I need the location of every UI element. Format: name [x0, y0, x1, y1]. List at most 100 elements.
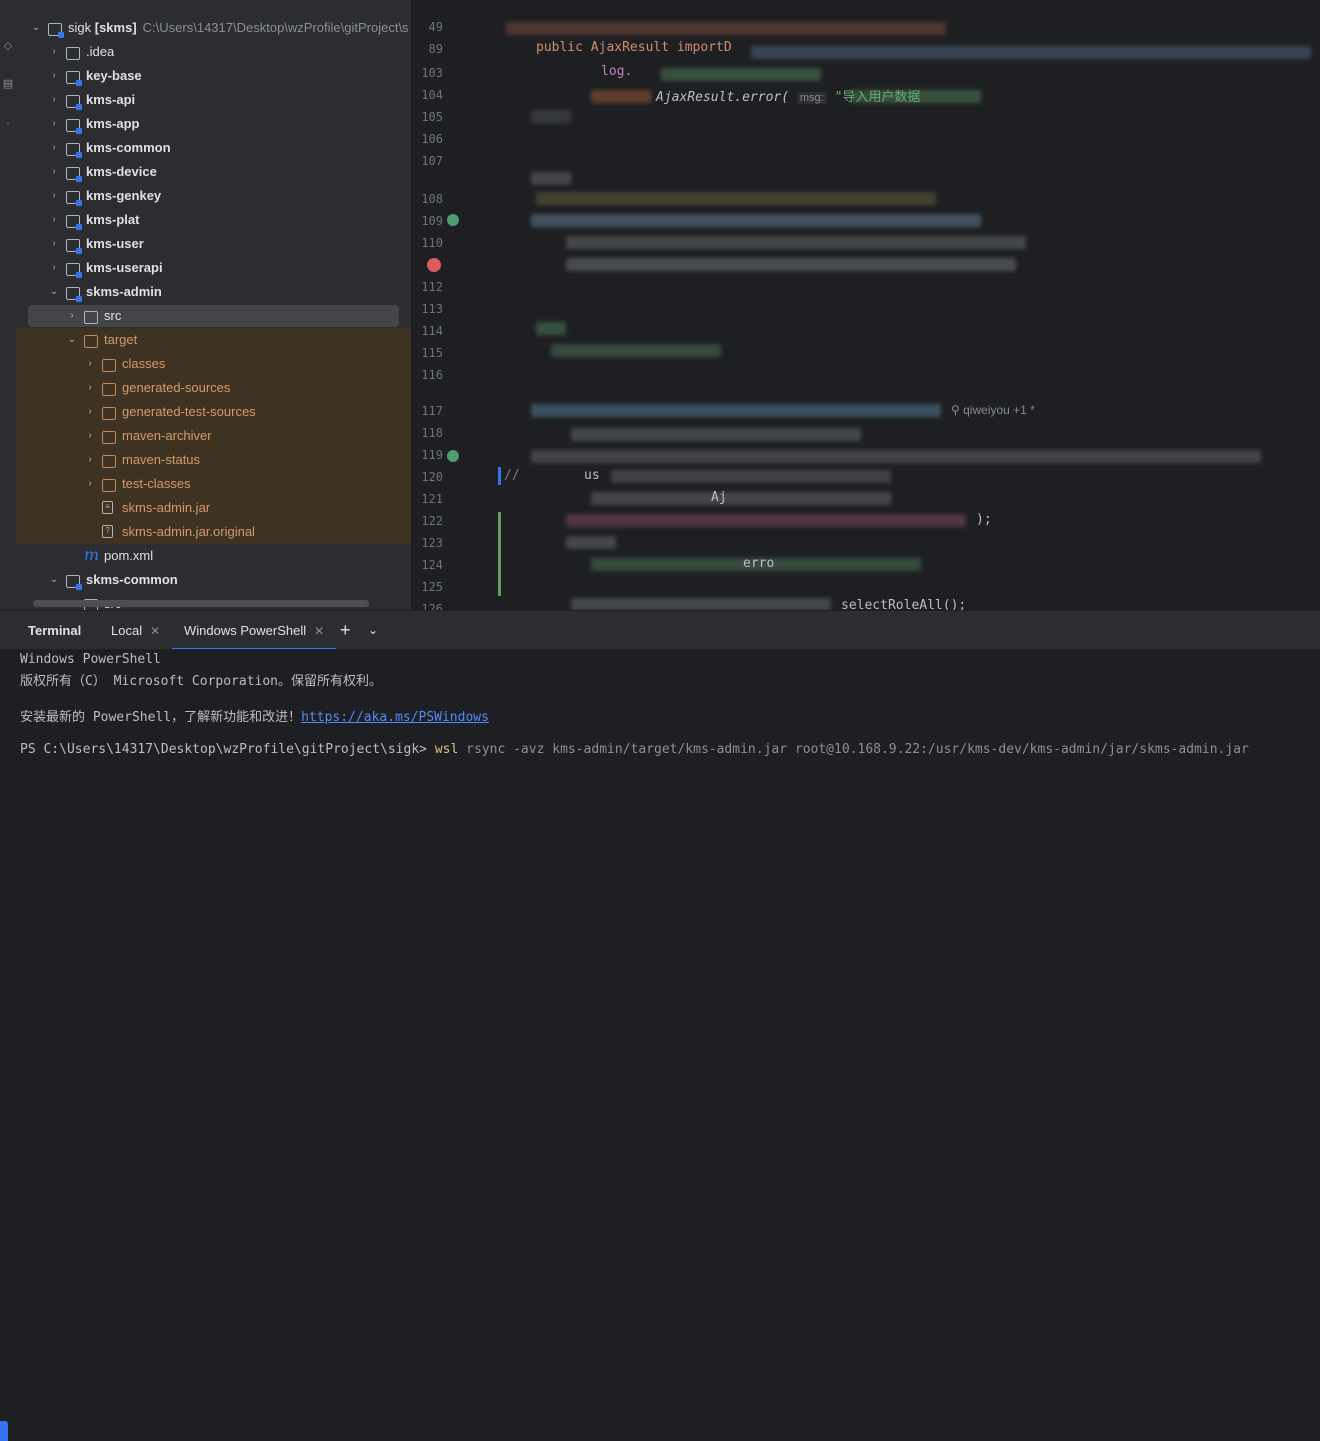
terminal-output[interactable]: Windows PowerShell 版权所有（C） Microsoft Cor…: [0, 649, 1320, 1441]
file-icon: ≡: [102, 501, 113, 514]
line-number: 121: [421, 492, 443, 506]
tree-item-skms-admin-jar-original[interactable]: ? skms-admin.jar.original: [16, 520, 411, 544]
tree-item-target[interactable]: ⌄ target: [16, 328, 411, 352]
tree-item-kms-userapi[interactable]: › kms-userapi: [16, 256, 411, 280]
close-icon[interactable]: ✕: [314, 624, 324, 638]
chevron-down-icon[interactable]: ⌄: [66, 328, 78, 352]
vcs-added-marker: [498, 512, 501, 596]
code-line-120: us: [584, 468, 600, 483]
terminal-line: 安装最新的 PowerShell，了解新功能和改进！https://aka.ms…: [20, 706, 489, 725]
code-line-124: erro: [743, 556, 775, 571]
tab-powershell-label: Windows PowerShell: [184, 623, 307, 638]
chevron-right-icon[interactable]: ›: [48, 64, 60, 88]
commit-icon[interactable]: ◇: [2, 40, 14, 52]
chevron-down-icon[interactable]: ⌄: [368, 611, 378, 650]
tree-item-kms-common[interactable]: › kms-common: [16, 136, 411, 160]
chevron-right-icon[interactable]: ›: [48, 256, 60, 280]
line-number: 107: [421, 154, 443, 168]
person-icon: ⚲: [951, 403, 964, 417]
implementation-gutter-icon[interactable]: [447, 214, 459, 226]
redacted-code: [551, 344, 721, 357]
string-literal: "导入用户数据: [834, 90, 921, 105]
vcs-modified-marker: [498, 467, 501, 485]
more-icon[interactable]: ·: [2, 118, 14, 130]
tree-item-generated-sources[interactable]: › generated-sources: [16, 376, 411, 400]
chevron-right-icon[interactable]: ›: [48, 208, 60, 232]
tree-item-kms-app[interactable]: › kms-app: [16, 112, 411, 136]
chevron-down-icon[interactable]: ⌄: [30, 16, 42, 40]
redacted-code: [531, 450, 1261, 463]
chevron-right-icon[interactable]: ›: [48, 88, 60, 112]
tree-horizontal-scrollbar[interactable]: [33, 600, 369, 607]
tree-item-generated-test-sources[interactable]: › generated-test-sources: [16, 400, 411, 424]
tree-item-pom-xml[interactable]: m pom.xml: [16, 544, 411, 568]
chevron-right-icon[interactable]: ›: [84, 400, 96, 424]
module-folder-icon: [66, 575, 82, 590]
chevron-down-icon[interactable]: ⌄: [48, 280, 60, 304]
chevron-right-icon[interactable]: ›: [84, 352, 96, 376]
command-wsl: wsl: [434, 742, 459, 757]
terminal-line: Windows PowerShell: [20, 652, 161, 667]
tree-item--idea[interactable]: › .idea: [16, 40, 411, 64]
tree-item-maven-status[interactable]: › maven-status: [16, 448, 411, 472]
tree-item-maven-archiver[interactable]: › maven-archiver: [16, 424, 411, 448]
close-icon[interactable]: ✕: [150, 624, 160, 638]
tree-item-kms-user[interactable]: › kms-user: [16, 232, 411, 256]
chevron-right-icon[interactable]: ›: [48, 40, 60, 64]
tree-item-kms-genkey[interactable]: › kms-genkey: [16, 184, 411, 208]
chevron-right-icon[interactable]: ›: [84, 376, 96, 400]
module-folder-icon: [48, 23, 64, 38]
line-number: 110: [421, 236, 443, 250]
redacted-code: [591, 492, 891, 505]
breakpoint-icon[interactable]: [427, 258, 441, 272]
tab-local[interactable]: Local ✕: [111, 611, 160, 650]
structure-icon[interactable]: ▤: [2, 78, 14, 90]
tree-item-kms-plat[interactable]: › kms-plat: [16, 208, 411, 232]
module-folder-icon: [66, 167, 82, 182]
tree-item-test-classes[interactable]: › test-classes: [16, 472, 411, 496]
tree-item-kms-device[interactable]: › kms-device: [16, 160, 411, 184]
tree-item-skms-admin[interactable]: ⌄ skms-admin: [16, 280, 411, 304]
chevron-right-icon[interactable]: ›: [48, 112, 60, 136]
tree-item-label: generated-test-sources: [122, 404, 256, 419]
chevron-right-icon[interactable]: ›: [48, 136, 60, 160]
tree-item-classes[interactable]: › classes: [16, 352, 411, 376]
redacted-code: [531, 214, 981, 227]
chevron-right-icon[interactable]: ›: [84, 448, 96, 472]
line-number: 118: [421, 426, 443, 440]
module-folder-icon: [66, 191, 82, 206]
chevron-right-icon[interactable]: ›: [48, 160, 60, 184]
module-folder-icon: [66, 95, 82, 110]
chevron-right-icon[interactable]: ›: [84, 472, 96, 496]
module-folder-icon: [66, 71, 82, 86]
tree-item-kms-api[interactable]: › kms-api: [16, 88, 411, 112]
redacted-code: [566, 536, 616, 549]
tree-item-label: target: [104, 332, 138, 347]
redacted-code: [566, 514, 966, 527]
code-author-hint[interactable]: ⚲ qiweiyou +1 *: [951, 403, 1035, 417]
line-number: 125: [421, 580, 443, 594]
tab-windows-powershell[interactable]: Windows PowerShell ✕: [172, 611, 337, 650]
tree-item-key-base[interactable]: › key-base: [16, 64, 411, 88]
tree-item-skms-admin-jar[interactable]: ≡ skms-admin.jar: [16, 496, 411, 520]
implementation-gutter-icon[interactable]: [447, 450, 459, 462]
line-number: 108: [421, 192, 443, 206]
line-number: 124: [421, 558, 443, 572]
line-number: 126: [421, 602, 443, 610]
redacted-code: [566, 258, 1016, 271]
powershell-link[interactable]: https://aka.ms/PSWindows: [301, 710, 489, 725]
tree-root[interactable]: ⌄ sigk [skms] C:\Users\14317\Desktop\wzPr…: [16, 16, 411, 40]
line-number: 114: [421, 324, 443, 338]
line-number: 113: [421, 302, 443, 316]
new-tab-plus-icon[interactable]: +: [340, 611, 351, 650]
tree-item-skms-common[interactable]: ⌄ skms-common: [16, 568, 411, 592]
chevron-right-icon[interactable]: ›: [66, 304, 78, 328]
chevron-down-icon[interactable]: ⌄: [48, 568, 60, 592]
chevron-right-icon[interactable]: ›: [48, 184, 60, 208]
tree-item-label: key-base: [86, 68, 142, 83]
code-editor[interactable]: 49 89 103 104 105 106 107 108 109 110 112 113 114 115…: [411, 0, 1320, 610]
line-number: 109: [421, 214, 443, 228]
tree-item-src[interactable]: › src: [16, 304, 411, 328]
chevron-right-icon[interactable]: ›: [48, 232, 60, 256]
chevron-right-icon[interactable]: ›: [84, 424, 96, 448]
